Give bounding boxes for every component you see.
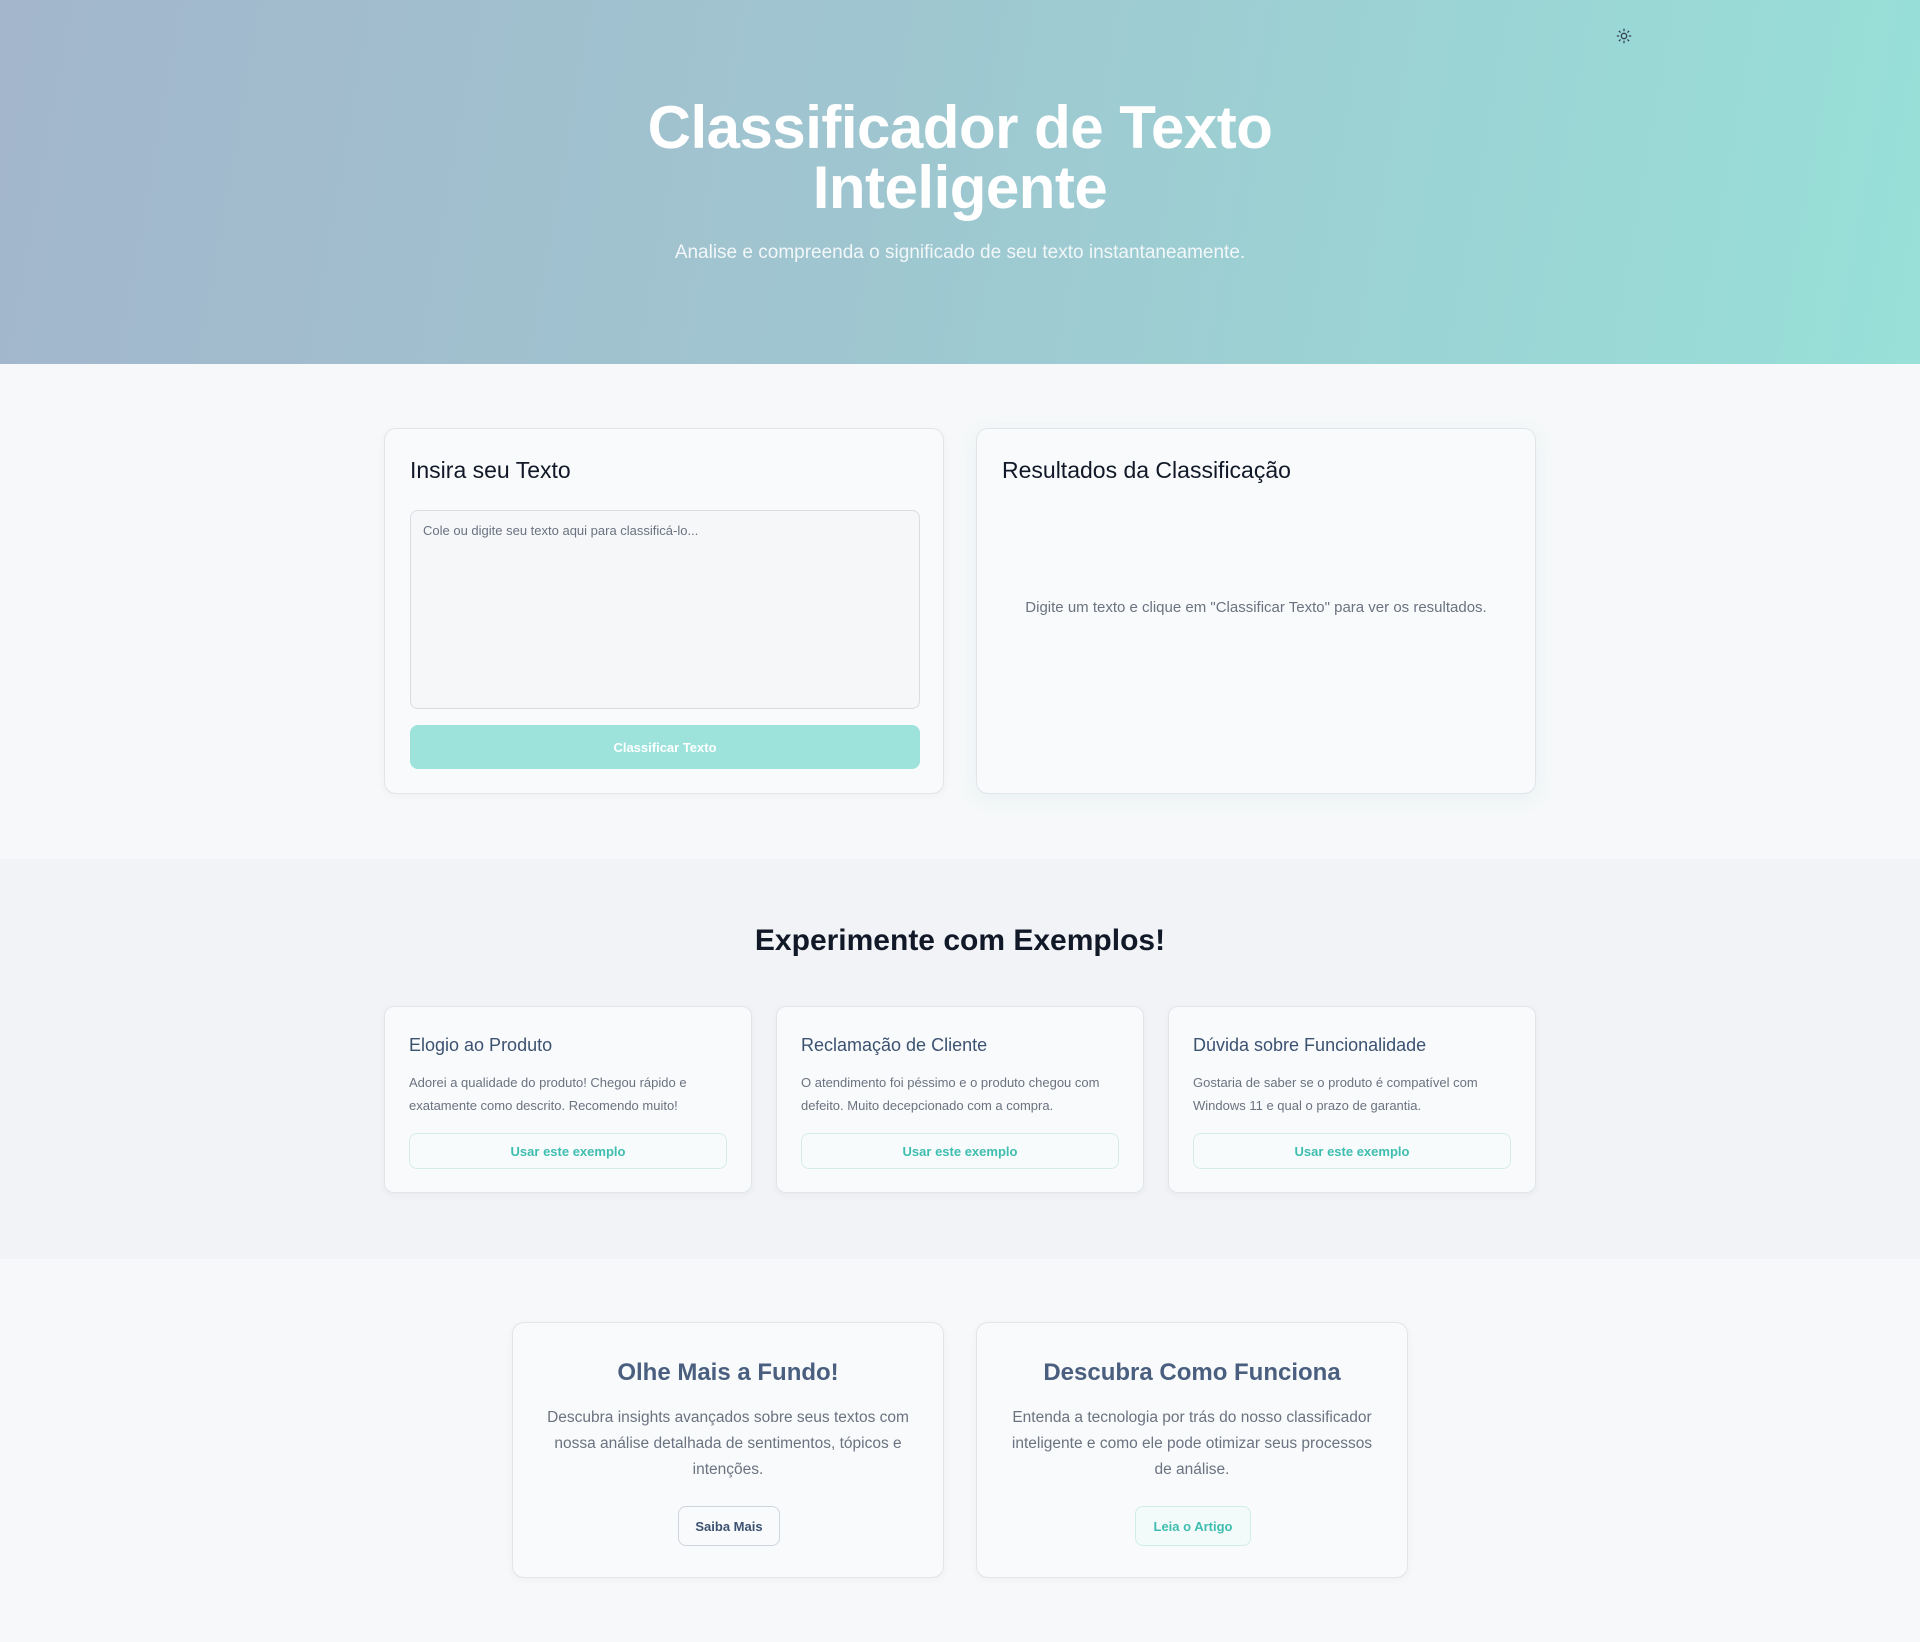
text-input-area[interactable]	[410, 510, 920, 709]
results-panel-title: Resultados da Classificação	[1002, 457, 1291, 483]
hero-banner: Classificador de Texto Inteligente Anali…	[0, 0, 1920, 364]
example-title: Reclamação de Cliente	[801, 1035, 988, 1055]
learn-more-button[interactable]: Saiba Mais	[678, 1506, 780, 1546]
info-card-how-it-works: Descubra Como Funciona Entenda a tecnolo…	[976, 1322, 1408, 1578]
text-input-panel: Insira seu Texto Classificar Texto	[384, 428, 944, 794]
examples-section: Experimente com Exemplos! Elogio ao Prod…	[0, 859, 1920, 1259]
info-card-text: Entenda a tecnologia por trás do nosso c…	[1011, 1409, 1373, 1478]
use-example-button[interactable]: Usar este exemplo	[409, 1133, 727, 1169]
example-text: Gostaria de saber se o produto é compatí…	[1193, 1075, 1478, 1113]
results-panel: Resultados da Classificação Digite um te…	[976, 428, 1536, 794]
page-title: Classificador de Texto Inteligente	[647, 94, 1273, 221]
info-card-deep-dive: Olhe Mais a Fundo! Descubra insights ava…	[512, 1322, 944, 1578]
example-card-praise: Elogio ao Produto Adorei a qualidade do …	[384, 1006, 752, 1193]
info-card-text: Descubra insights avançados sobre seus t…	[547, 1409, 909, 1478]
classify-button[interactable]: Classificar Texto	[410, 725, 920, 769]
use-example-button[interactable]: Usar este exemplo	[1193, 1133, 1511, 1169]
info-card-title: Olhe Mais a Fundo!	[617, 1359, 839, 1386]
example-text: O atendimento foi péssimo e o produto ch…	[801, 1075, 1100, 1113]
example-title: Elogio ao Produto	[409, 1035, 553, 1055]
results-empty-message: Digite um texto e clique em "Classificar…	[1025, 599, 1487, 616]
page-subtitle: Analise e compreenda o significado de se…	[674, 242, 1246, 263]
example-text: Adorei a qualidade do produto! Chegou rá…	[409, 1075, 687, 1113]
example-title: Dúvida sobre Funcionalidade	[1193, 1035, 1427, 1055]
example-card-question: Dúvida sobre Funcionalidade Gostaria de …	[1168, 1006, 1536, 1193]
theme-toggle-button[interactable]	[1612, 24, 1636, 48]
info-card-title: Descubra Como Funciona	[1043, 1359, 1341, 1386]
examples-title: Experimente com Exemplos!	[754, 924, 1166, 957]
use-example-button[interactable]: Usar este exemplo	[801, 1133, 1119, 1169]
read-article-button[interactable]: Leia o Artigo	[1135, 1506, 1251, 1546]
example-card-complaint: Reclamação de Cliente O atendimento foi …	[776, 1006, 1144, 1193]
input-panel-title: Insira seu Texto	[410, 457, 571, 483]
sun-icon	[1616, 28, 1632, 44]
